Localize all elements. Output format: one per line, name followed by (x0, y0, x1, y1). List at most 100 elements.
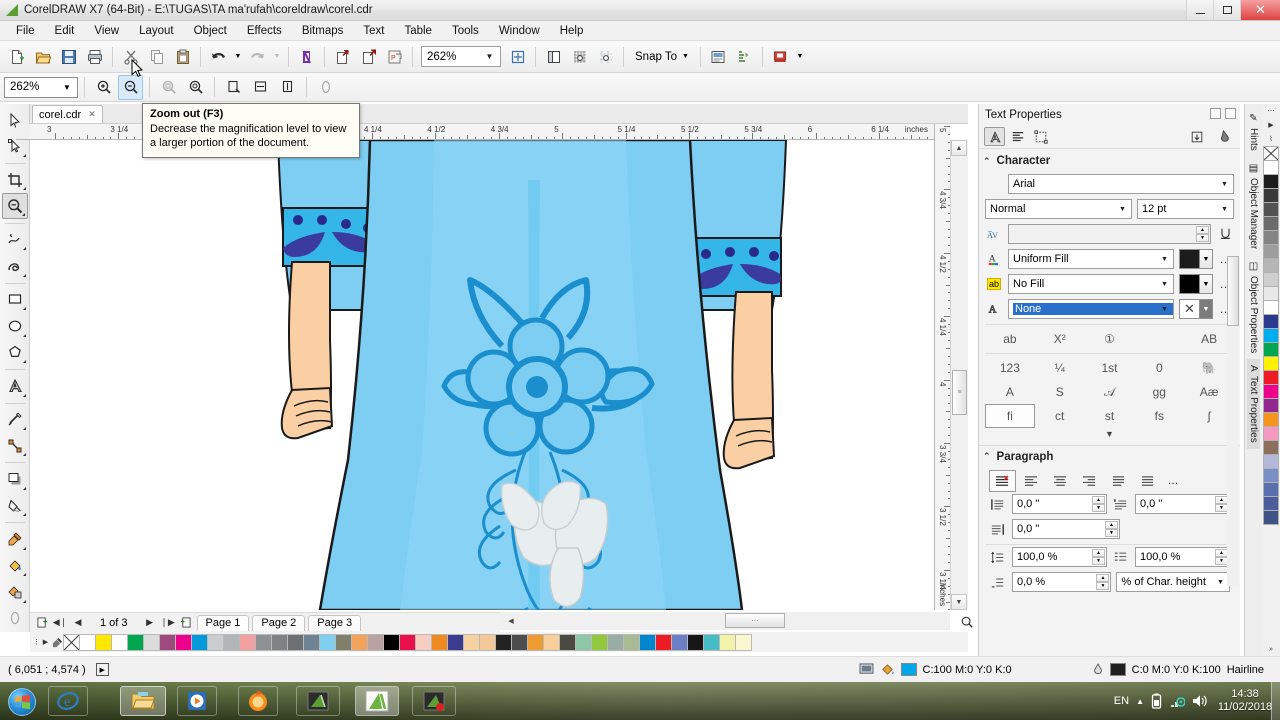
chevron-down-icon[interactable]: ▼ (1199, 250, 1212, 268)
clock[interactable]: 14:38 11/02/2018 (1214, 688, 1276, 713)
background-color-picker[interactable]: ▼ (1179, 274, 1213, 294)
tool-flyout-arrow[interactable] (22, 360, 26, 364)
vertical-ruler[interactable]: 54 3/4 4 1/2 4 1/4 4 3 3/4 3 1/2 3 1/4 inches (934, 124, 950, 610)
network-icon[interactable] (1169, 694, 1185, 708)
docker-tab-hints[interactable]: ✎ Hints (1247, 107, 1260, 157)
chevron-down-icon[interactable]: ▼ (1199, 275, 1212, 293)
right-palette-swatch[interactable] (1263, 258, 1279, 273)
palette-swatch[interactable] (335, 633, 352, 651)
spacing-units-combo[interactable]: % of Char. height ▼ (1116, 572, 1230, 592)
start-button[interactable] (8, 688, 36, 716)
palette-swatch[interactable] (255, 633, 272, 651)
standard-ligatures-glyph[interactable]: fi (985, 404, 1035, 428)
right-swatch-no-color[interactable] (1263, 146, 1279, 161)
artistic-media-tool[interactable] (2, 253, 28, 278)
smart-fill-tool[interactable] (2, 579, 28, 604)
palette-swatch[interactable] (399, 633, 416, 651)
new-document-icon[interactable] (4, 44, 29, 69)
cut-icon[interactable] (118, 44, 143, 69)
scroll-down-arrow[interactable]: ▼ (951, 594, 967, 610)
palette-swatch[interactable] (207, 633, 224, 651)
kerning-up-arrow[interactable]: ▲ (1196, 226, 1209, 234)
palette-swatch[interactable] (303, 633, 320, 651)
options-icon[interactable] (706, 44, 731, 69)
palette-swatch[interactable] (127, 633, 144, 651)
tool-flyout-arrow[interactable] (22, 573, 26, 577)
next-page-button[interactable]: ▶ (142, 615, 158, 631)
palette-eyedropper-icon[interactable]: ⌇ (1263, 132, 1279, 146)
align-none-button[interactable] (989, 470, 1016, 492)
palette-swatch[interactable] (591, 633, 608, 651)
right-palette-swatch[interactable] (1263, 482, 1279, 497)
canvas-vertical-scrollbar[interactable]: ▲ ≡ ▼ (950, 140, 968, 610)
fill-color-picker[interactable]: ▼ (1179, 249, 1213, 269)
right-palette-swatch[interactable] (1263, 174, 1279, 189)
alignment-more-button[interactable]: … (1163, 470, 1183, 492)
canvas-horizontal-scrollbar[interactable]: ◀ ⋯ (500, 612, 950, 630)
up-arrow[interactable]: ▲ (1096, 574, 1110, 582)
expand-character-options-button[interactable]: ▼ (985, 429, 1234, 439)
object-manager-icon[interactable] (732, 44, 757, 69)
battery-icon[interactable] (1151, 693, 1162, 709)
tool-flyout-arrow[interactable] (22, 513, 26, 517)
chevron-down-icon[interactable]: ▼ (1157, 301, 1172, 317)
outline-pen-icon[interactable] (1092, 662, 1104, 677)
maximize-button[interactable] (1213, 0, 1240, 20)
right-palette-swatch[interactable] (1263, 216, 1279, 231)
outline-color-picker[interactable]: ✕ ▼ (1179, 299, 1213, 319)
superscript-glyph[interactable]: X² (1035, 327, 1085, 351)
document-tab-corel-cdr[interactable]: corel.cdr ✕ (32, 105, 103, 123)
palette-swatch[interactable] (79, 633, 96, 651)
menu-text[interactable]: Text (353, 23, 394, 39)
crop-tool[interactable] (2, 167, 28, 192)
interactive-fill-tool[interactable] (2, 553, 28, 578)
copy-properties-icon[interactable] (1186, 127, 1207, 146)
docker-tab-object-properties[interactable]: ◫ Object Properties (1247, 255, 1260, 359)
add-page-before-button[interactable] (34, 615, 50, 631)
ordinals-glyph[interactable]: 1st (1085, 356, 1135, 380)
taskbar-coreldraw-app[interactable] (296, 686, 340, 716)
menu-effects[interactable]: Effects (237, 23, 292, 39)
eyedropper-icon[interactable] (50, 634, 64, 650)
palette-swatch[interactable] (239, 633, 256, 651)
docker-scrollbar[interactable] (1227, 256, 1239, 586)
text-tool[interactable] (2, 373, 28, 398)
historical-ligatures-glyph[interactable]: st (1085, 404, 1135, 428)
previous-page-button[interactable]: ◀ (70, 615, 86, 631)
right-palette-swatch[interactable] (1263, 384, 1279, 399)
down-arrow[interactable]: ▼ (1105, 529, 1118, 537)
minimize-button[interactable] (1186, 0, 1213, 20)
contextual-ligatures-glyph[interactable]: fs (1134, 404, 1184, 428)
character-spacing-input[interactable]: 100,0 % ▲ ▼ (1135, 547, 1230, 567)
chevron-down-icon[interactable]: ▼ (1213, 574, 1228, 590)
zoom-level-combo[interactable]: 262% ▼ (421, 46, 501, 67)
chevron-down-icon[interactable]: ▼ (1157, 251, 1172, 267)
up-arrow[interactable]: ▲ (1105, 521, 1118, 529)
launcher-dropdown-icon[interactable]: ▼ (794, 44, 806, 69)
right-palette-swatch[interactable] (1263, 230, 1279, 245)
redo-dropdown-icon[interactable]: ▼ (271, 44, 283, 69)
font-family-combo[interactable]: Arial ▼ (1008, 174, 1234, 194)
zoom-to-selected-icon[interactable] (156, 75, 181, 100)
chevron-down-icon[interactable]: ▼ (1217, 201, 1232, 217)
zoom-tool[interactable] (1, 193, 28, 219)
font-style-combo[interactable]: Normal ▼ (985, 199, 1133, 219)
right-palette-swatch[interactable] (1263, 510, 1279, 525)
up-arrow[interactable]: ▲ (1092, 549, 1105, 557)
view-mode-icon[interactable] (313, 75, 338, 100)
docker-restore-button[interactable] (1210, 108, 1221, 119)
undo-icon[interactable] (206, 44, 231, 69)
chevron-down-icon[interactable]: ▼ (1199, 300, 1212, 318)
fill-type-combo[interactable]: Uniform Fill ▼ (1008, 249, 1174, 269)
fractions-glyph[interactable]: ¼ (1035, 356, 1085, 380)
zoom-to-fit-button[interactable] (956, 612, 978, 632)
right-palette-swatch[interactable] (1263, 370, 1279, 385)
color-proof-icon[interactable] (859, 663, 874, 676)
menu-tools[interactable]: Tools (442, 23, 489, 39)
ellipse-tool[interactable] (2, 313, 28, 338)
right-palette-swatch[interactable] (1263, 160, 1279, 175)
align-right-button[interactable] (1076, 470, 1103, 492)
palette-swatch[interactable] (719, 633, 736, 651)
chevron-down-icon[interactable]: ▼ (482, 47, 497, 66)
indent-first-line-input[interactable]: 0,0 " ▲ ▼ (1135, 494, 1230, 514)
